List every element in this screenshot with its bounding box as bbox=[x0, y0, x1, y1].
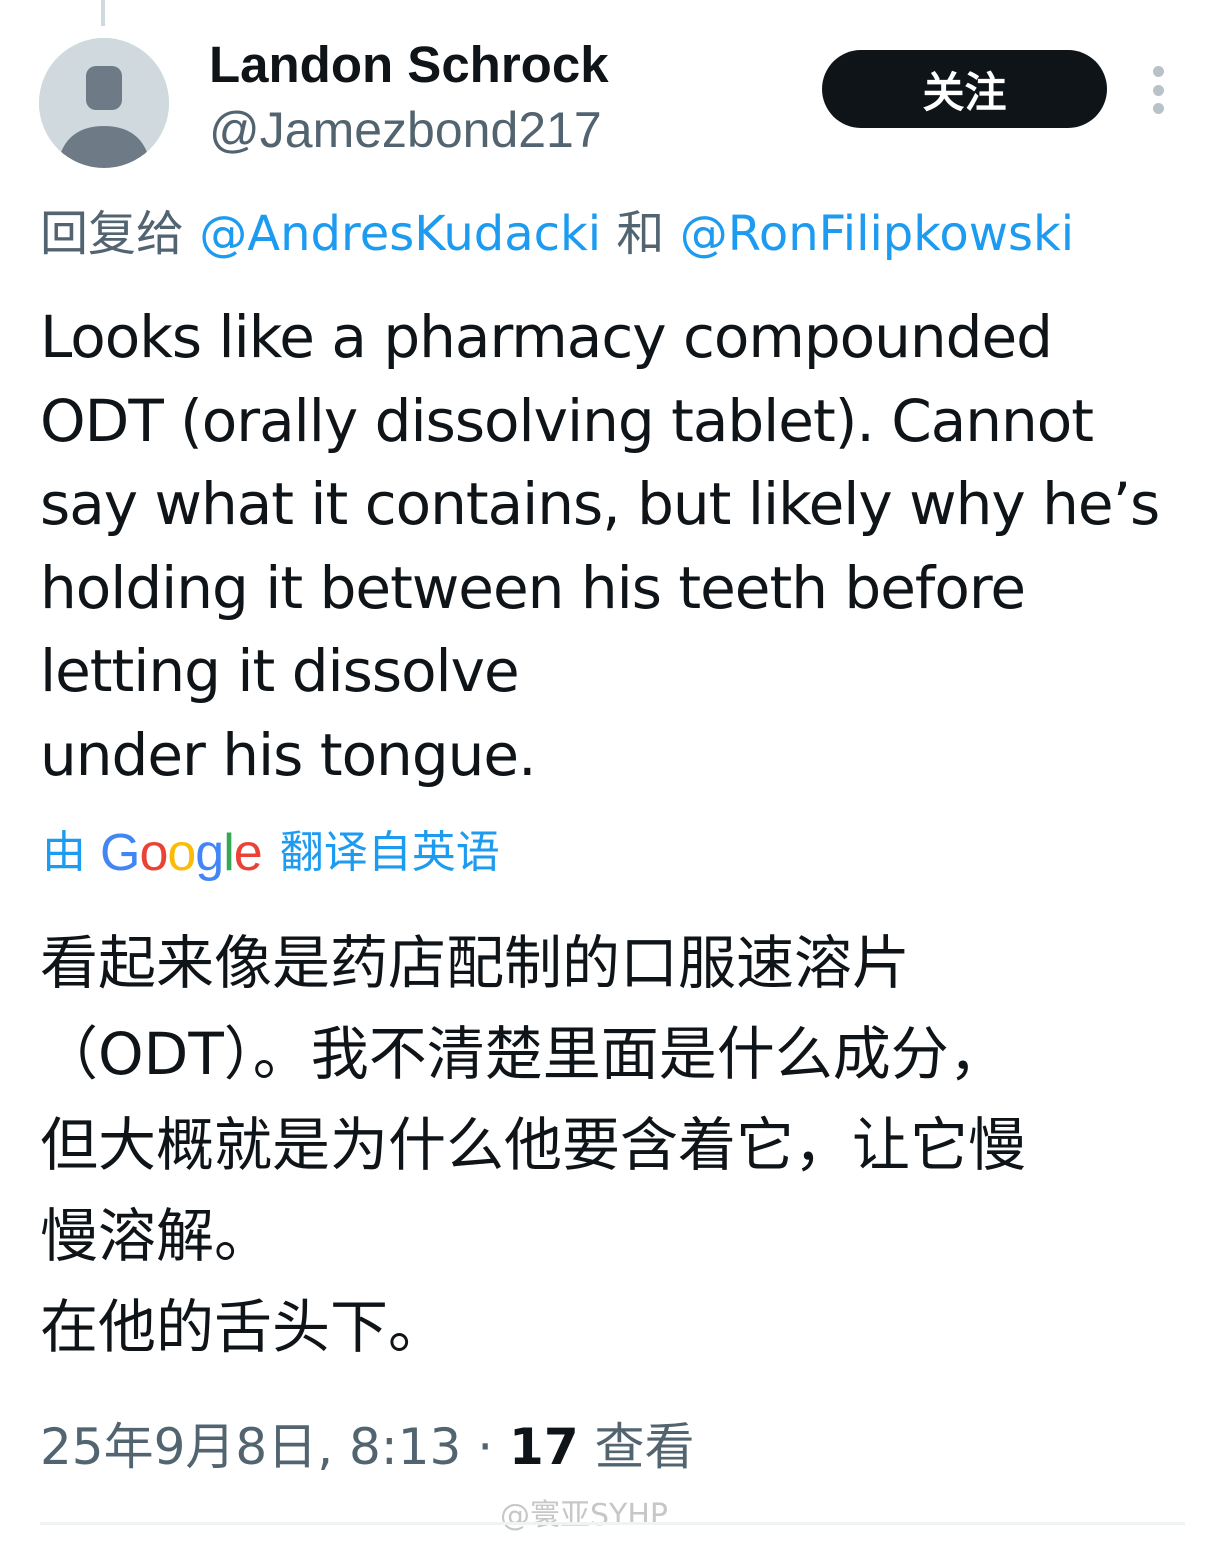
tweet-line: say what it contains, but likely why he’… bbox=[40, 470, 1160, 538]
translation-line: 慢溶解。 bbox=[40, 1202, 273, 1270]
author-display-name[interactable]: Landon Schrock bbox=[209, 34, 609, 96]
mention-link-2[interactable]: @RonFilipkowski bbox=[680, 206, 1074, 262]
views-label: 查看 bbox=[594, 1418, 695, 1476]
meta-separator: · bbox=[477, 1418, 494, 1476]
google-letter: G bbox=[100, 824, 140, 882]
dot bbox=[1152, 66, 1164, 77]
google-letter: e bbox=[233, 824, 263, 882]
views-count: 17 bbox=[509, 1418, 579, 1476]
dot bbox=[1152, 84, 1164, 96]
reply-to-line: 回复给 @AndresKudacki 和 @RonFilipkowski bbox=[40, 202, 1074, 266]
tweet-text: Looks like a pharmacy compounded ODT (or… bbox=[40, 296, 1210, 797]
translation-line: 在他的舌头下。 bbox=[40, 1293, 447, 1361]
dot bbox=[1152, 103, 1164, 114]
translation-line: 但大概就是为什么他要含着它，让它慢 bbox=[40, 1111, 1027, 1179]
translated-text: 看起来像是药店配制的口服速溶片 （ODT）。我不清楚里面是什么成分， 但大概就是… bbox=[40, 918, 1210, 1373]
reply-to-joiner: 和 bbox=[616, 206, 665, 262]
watermark: @寰亚SYHP bbox=[500, 1498, 669, 1533]
timestamp[interactable]: 25年9月8日, 8:13 bbox=[40, 1418, 461, 1476]
reply-to-prefix: 回复给 bbox=[40, 206, 185, 262]
google-letter: g bbox=[195, 824, 224, 882]
tweet-line: Looks like a pharmacy compounded bbox=[40, 303, 1053, 371]
thread-connector-line bbox=[101, 0, 105, 26]
vertical-ellipsis-icon[interactable] bbox=[1140, 62, 1176, 118]
translation-credit-suffix: 翻译自英语 bbox=[279, 827, 500, 878]
tweet-line: ODT (orally dissolving tablet). Cannot bbox=[40, 386, 1094, 455]
google-letter: o bbox=[139, 824, 168, 882]
tweet-meta: 25年9月8日, 8:13 · 17 查看 bbox=[40, 1412, 695, 1482]
tweet-line: holding it between his teeth before bbox=[40, 553, 1026, 622]
follow-button[interactable]: 关注 bbox=[822, 50, 1107, 128]
default-person-icon bbox=[39, 38, 169, 168]
translation-line: （ODT）。我不清楚里面是什么成分， bbox=[40, 1020, 1007, 1088]
translation-credit-prefix: 由 bbox=[42, 827, 86, 878]
mention-link-1[interactable]: @AndresKudacki bbox=[199, 206, 601, 262]
google-letter: l bbox=[223, 824, 235, 882]
tweet-line: letting it dissolve bbox=[40, 637, 520, 705]
google-logo: Google bbox=[100, 820, 263, 886]
translation-line: 看起来像是药店配制的口服速溶片 bbox=[40, 929, 911, 997]
avatar[interactable] bbox=[39, 38, 169, 168]
divider bbox=[40, 1522, 1185, 1525]
author-handle[interactable]: @Jamezbond217 bbox=[209, 100, 602, 160]
translation-credit[interactable]: 由 Google 翻译自英语 bbox=[42, 820, 500, 886]
google-letter: o bbox=[167, 824, 196, 882]
tweet-line: under his tongue. bbox=[40, 720, 537, 789]
